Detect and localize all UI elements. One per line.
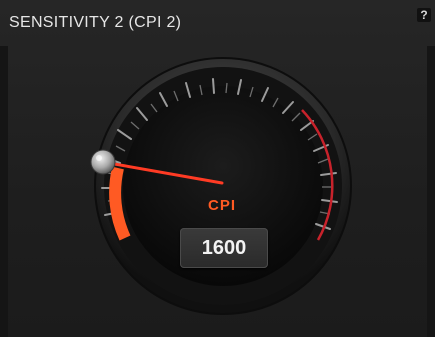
cpi-gauge[interactable] [0, 0, 435, 337]
cpi-unit-label: CPI [207, 197, 236, 214]
slider-knob-icon[interactable] [90, 149, 116, 175]
knob-highlight [96, 155, 102, 161]
sensitivity-panel: SENSITIVITY 2 (CPI 2) ? CPI 1600 [0, 0, 435, 337]
cpi-value-text: 1600 [201, 237, 247, 259]
cpi-value-field[interactable]: 1600 [180, 228, 268, 268]
